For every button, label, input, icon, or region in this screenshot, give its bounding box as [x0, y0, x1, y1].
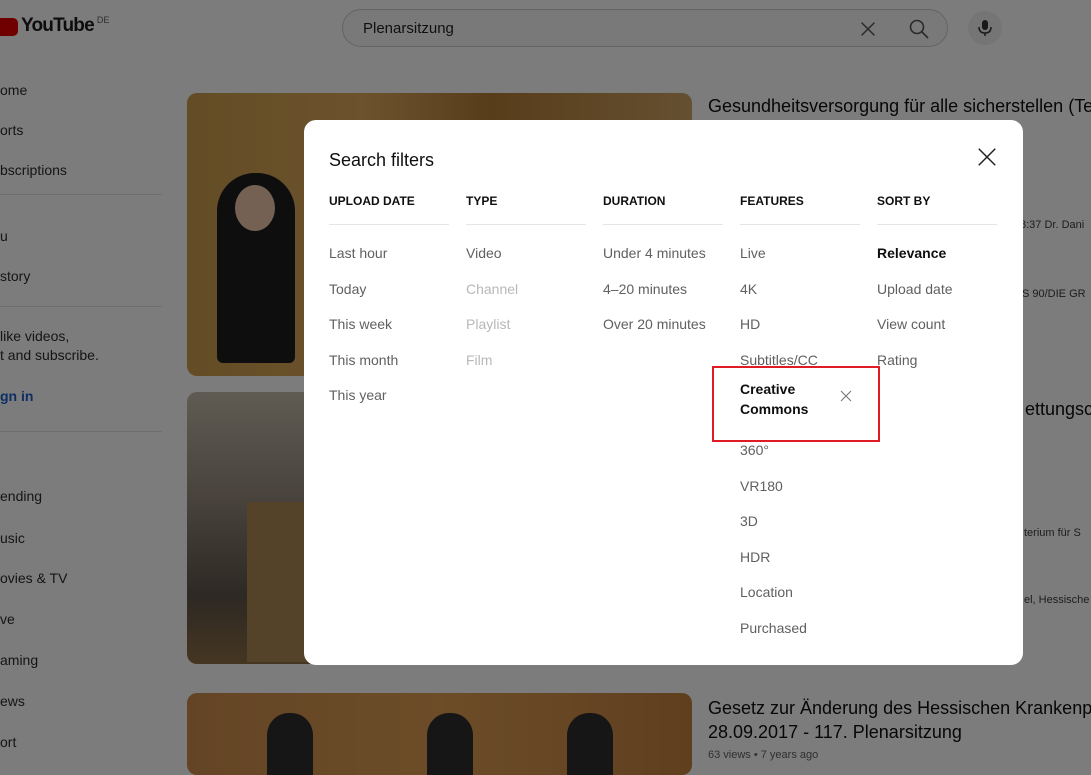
- filter-option-live[interactable]: Live: [740, 245, 860, 281]
- column-header: SORT BY: [877, 192, 997, 225]
- sort-option-rating[interactable]: Rating: [877, 352, 997, 388]
- filter-option-hdr[interactable]: HDR: [740, 549, 860, 585]
- sort-option-upload-date[interactable]: Upload date: [877, 281, 997, 317]
- search-filters-dialog: Search filters UPLOAD DATE Last hour Tod…: [304, 120, 1023, 665]
- filter-option-vr180[interactable]: VR180: [740, 478, 860, 514]
- filter-option-film: Film: [466, 351, 493, 368]
- filter-option-video[interactable]: Video: [466, 245, 586, 281]
- filter-column-type: TYPE Video Channel Playlist Film: [466, 192, 586, 387]
- filter-column-upload-date: UPLOAD DATE Last hour Today This week Th…: [329, 192, 449, 423]
- filter-option-today[interactable]: Today: [329, 281, 449, 317]
- filter-option-under-4-minutes[interactable]: Under 4 minutes: [603, 245, 723, 281]
- filter-option-last-hour[interactable]: Last hour: [329, 245, 449, 281]
- column-header: UPLOAD DATE: [329, 192, 449, 225]
- column-header: FEATURES: [740, 192, 860, 225]
- filter-option-location[interactable]: Location: [740, 584, 860, 620]
- filter-option-4-20-minutes[interactable]: 4–20 minutes: [603, 281, 723, 317]
- sort-option-relevance[interactable]: Relevance: [877, 245, 997, 281]
- column-header: DURATION: [603, 192, 723, 225]
- filter-option-purchased[interactable]: Purchased: [740, 620, 860, 656]
- close-icon[interactable]: [976, 146, 998, 168]
- filter-option-4k[interactable]: 4K: [740, 281, 860, 317]
- filter-option-playlist: Playlist: [466, 316, 511, 332]
- filter-column-duration: DURATION Under 4 minutes 4–20 minutes Ov…: [603, 192, 723, 352]
- column-header: TYPE: [466, 192, 586, 225]
- filter-option-channel: Channel: [466, 280, 519, 297]
- sort-option-view-count[interactable]: View count: [877, 316, 997, 352]
- filter-option-this-week[interactable]: This week: [329, 316, 449, 352]
- dialog-title: Search filters: [329, 150, 435, 170]
- filter-option-over-20-minutes[interactable]: Over 20 minutes: [603, 316, 723, 352]
- annotation-highlight-box: [712, 366, 880, 442]
- filter-option-this-month[interactable]: This month: [329, 352, 449, 388]
- filter-column-sort-by: SORT BY Relevance Upload date View count…: [877, 192, 997, 387]
- filter-option-hd[interactable]: HD: [740, 316, 860, 352]
- filter-option-3d[interactable]: 3D: [740, 513, 860, 549]
- filter-option-360[interactable]: 360°: [740, 442, 860, 478]
- filter-option-this-year[interactable]: This year: [329, 387, 449, 423]
